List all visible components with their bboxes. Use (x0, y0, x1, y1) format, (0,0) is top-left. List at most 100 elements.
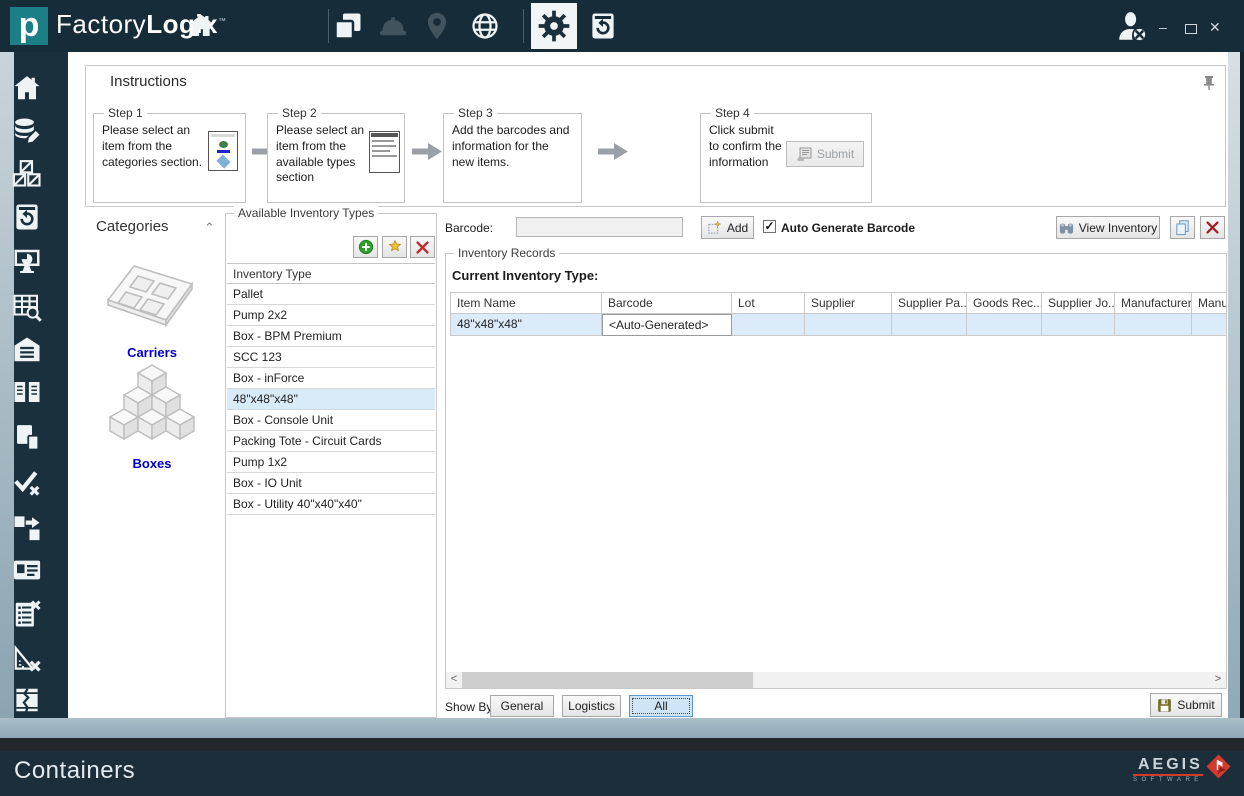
cell-supplier[interactable] (805, 314, 892, 336)
cell-manufacturer[interactable] (1115, 314, 1192, 336)
step1-box: Step 1 Please select an item from the ca… (93, 113, 246, 203)
user-signout-icon[interactable] (1115, 10, 1149, 44)
column-header[interactable]: Barcode (602, 292, 732, 314)
sidebar-warehouse-icon[interactable] (12, 335, 42, 365)
submit-button[interactable]: Submit (1150, 693, 1222, 717)
inventory-type-row[interactable]: Box - BPM Premium (227, 326, 435, 347)
available-types-groupbox: Available Inventory Types Inventory Type… (225, 213, 437, 718)
scroll-left-icon[interactable]: < (446, 672, 462, 688)
scrollbar-thumb[interactable] (462, 672, 753, 688)
carriers-icon[interactable] (104, 258, 200, 342)
brand-trademark: ™ (218, 16, 227, 25)
show-by-logistics-button[interactable]: Logistics (562, 695, 621, 717)
categories-collapse-icon[interactable]: ⌃ (204, 220, 215, 236)
sidebar-measure-remove-icon[interactable] (12, 643, 42, 673)
horizontal-scrollbar[interactable]: < > (446, 672, 1226, 688)
table-row[interactable]: 48"x48"x48" <Auto-Generated> (450, 314, 1226, 336)
step3-text: Add the barcodes and information for the… (452, 123, 574, 170)
show-by-all-button[interactable]: All (629, 695, 693, 717)
step1-label: Step 1 (104, 106, 147, 120)
add-type-button[interactable] (353, 236, 378, 258)
step4-submit-button[interactable]: Submit (786, 141, 864, 167)
cell-manufacturer-part[interactable] (1192, 314, 1226, 336)
save-floppy-icon (1157, 698, 1172, 713)
inventory-type-row-selected[interactable]: 48"x48"x48" (227, 389, 435, 410)
copy-records-button[interactable] (1170, 216, 1195, 239)
step1-text: Please select an item from the categorie… (102, 123, 204, 171)
maximize-button[interactable] (1185, 24, 1197, 34)
cell-supplier-job[interactable] (1042, 314, 1115, 336)
column-header[interactable]: Manufacturer (1115, 292, 1192, 314)
settings-gear-icon[interactable] (531, 3, 577, 49)
inventory-type-row[interactable]: Pump 1x2 (227, 452, 435, 473)
sidebar-table-search-icon[interactable] (12, 292, 42, 322)
hard-hat-icon[interactable] (378, 11, 408, 41)
sidebar-container-boxes-icon[interactable] (12, 158, 42, 188)
history-icon[interactable] (588, 11, 618, 41)
available-types-title: Available Inventory Types (234, 206, 378, 220)
step-arrow-icon (598, 143, 628, 160)
page-title: Containers (14, 757, 135, 785)
column-header[interactable]: Manufac (1192, 292, 1226, 314)
column-header[interactable]: Supplier Jo... (1042, 292, 1115, 314)
pin-icon[interactable] (1203, 76, 1215, 90)
show-by-general-button[interactable]: General (490, 695, 554, 717)
show-by-label: Show By: (445, 700, 496, 714)
minimize-button[interactable]: – (1159, 20, 1167, 34)
column-header[interactable]: Item Name (450, 292, 602, 314)
add-button[interactable]: Add (701, 216, 754, 239)
sidebar-verify-check-icon[interactable] (12, 467, 42, 497)
sidebar-history-book-icon[interactable] (12, 202, 42, 232)
auto-generate-checkbox[interactable]: ✓ (763, 220, 776, 233)
sidebar-home-icon[interactable] (12, 73, 42, 103)
category-boxes[interactable]: Boxes (82, 456, 222, 471)
sidebar-damaged-box-icon[interactable] (12, 685, 42, 715)
inventory-type-row[interactable]: Box - Utility 40"x40"x40" (227, 494, 435, 515)
cell-goods-received[interactable] (967, 314, 1042, 336)
boxes-icon[interactable] (100, 363, 204, 455)
pages-icon[interactable] (333, 11, 363, 41)
cell-supplier-part[interactable] (892, 314, 967, 336)
view-inventory-button[interactable]: View Inventory (1056, 216, 1160, 239)
column-header[interactable]: Supplier Pa... (892, 292, 967, 314)
inventory-type-row[interactable]: Packing Tote - Circuit Cards (227, 431, 435, 452)
sidebar-transfer-box-icon[interactable] (12, 512, 42, 542)
delete-type-button[interactable] (410, 236, 435, 258)
sidebar-id-card-icon[interactable] (12, 555, 42, 585)
inventory-type-row[interactable]: Pump 2x2 (227, 305, 435, 326)
scroll-right-icon[interactable]: > (1210, 672, 1226, 688)
step2-text: Please select an item from the available… (276, 123, 365, 186)
table-header-row: Item Name Barcode Lot Supplier Supplier … (450, 292, 1226, 314)
step3-box: Step 3 Add the barcodes and information … (443, 113, 582, 203)
sidebar-dashboard-monitor-icon[interactable] (12, 246, 42, 276)
wizard-type-button[interactable] (382, 236, 407, 258)
home-icon[interactable] (186, 11, 216, 41)
inventory-type-row[interactable]: Box - Console Unit (227, 410, 435, 431)
column-header[interactable]: Goods Rec... (967, 292, 1042, 314)
aegis-diamond-icon (1204, 753, 1234, 785)
map-pin-icon[interactable] (422, 11, 452, 41)
globe-icon[interactable] (470, 11, 500, 41)
step2-label: Step 2 (278, 106, 321, 120)
red-x-icon (1204, 219, 1221, 236)
inventory-type-row[interactable]: Box - inForce (227, 368, 435, 389)
category-carriers[interactable]: Carriers (82, 345, 222, 360)
sidebar-documents-icon[interactable] (12, 422, 42, 452)
barcode-input[interactable] (516, 217, 683, 237)
cell-item-name[interactable]: 48"x48"x48" (450, 314, 602, 336)
inventory-type-row[interactable]: SCC 123 (227, 347, 435, 368)
cell-lot[interactable] (732, 314, 805, 336)
close-button[interactable]: ✕ (1209, 20, 1221, 34)
types-column-header[interactable]: Inventory Type (227, 263, 435, 284)
cell-barcode[interactable]: <Auto-Generated> (602, 314, 732, 336)
sidebar-checklist-remove-icon[interactable] (12, 599, 42, 629)
brand-light: Factory (56, 9, 146, 39)
sidebar-database-edit-icon[interactable] (12, 116, 42, 146)
inventory-type-row[interactable]: Box - IO Unit (227, 473, 435, 494)
inventory-type-row[interactable]: Pallet (227, 284, 435, 305)
sidebar-open-book-icon[interactable] (12, 377, 42, 407)
delete-records-button[interactable] (1200, 216, 1225, 239)
column-header[interactable]: Lot (732, 292, 805, 314)
add-button-label: Add (727, 221, 748, 235)
column-header[interactable]: Supplier (805, 292, 892, 314)
